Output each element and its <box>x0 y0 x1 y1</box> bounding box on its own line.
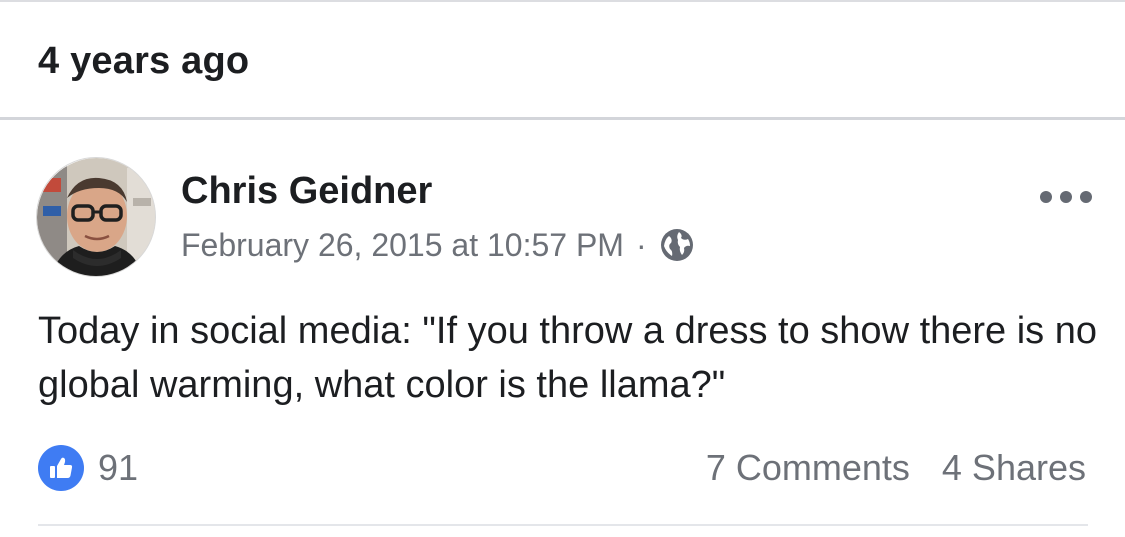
memory-label: 4 years ago <box>38 40 250 82</box>
more-options-icon[interactable] <box>1040 185 1092 209</box>
author-name[interactable]: Chris Geidner <box>181 170 432 213</box>
bottom-divider <box>38 524 1088 526</box>
memory-header: 4 years ago <box>0 2 1125 120</box>
engagement-counts: 7 Comments 4 Shares <box>706 444 1086 492</box>
post-meta: February 26, 2015 at 10:57 PM · <box>181 225 695 265</box>
post: Chris Geidner February 26, 2015 at 10:57… <box>0 123 1125 537</box>
thumbs-up-icon <box>38 445 84 491</box>
like-count: 91 <box>98 447 139 488</box>
reactions-summary[interactable]: 91 <box>38 444 138 492</box>
more-dot <box>1060 191 1072 203</box>
post-text: Today in social media: "If you throw a d… <box>38 310 1098 406</box>
shares-link[interactable]: 4 Shares <box>942 447 1086 489</box>
post-timestamp[interactable]: February 26, 2015 at 10:57 PM <box>181 227 624 264</box>
comments-link[interactable]: 7 Comments <box>706 447 910 489</box>
author-avatar[interactable] <box>36 157 156 277</box>
globe-icon <box>659 227 695 263</box>
more-dot <box>1080 191 1092 203</box>
more-dot <box>1040 191 1052 203</box>
meta-separator: · <box>635 227 647 263</box>
avatar-image <box>37 158 155 276</box>
memory-card: 4 years ago Chris Geidner February 26, 2… <box>0 0 1125 537</box>
